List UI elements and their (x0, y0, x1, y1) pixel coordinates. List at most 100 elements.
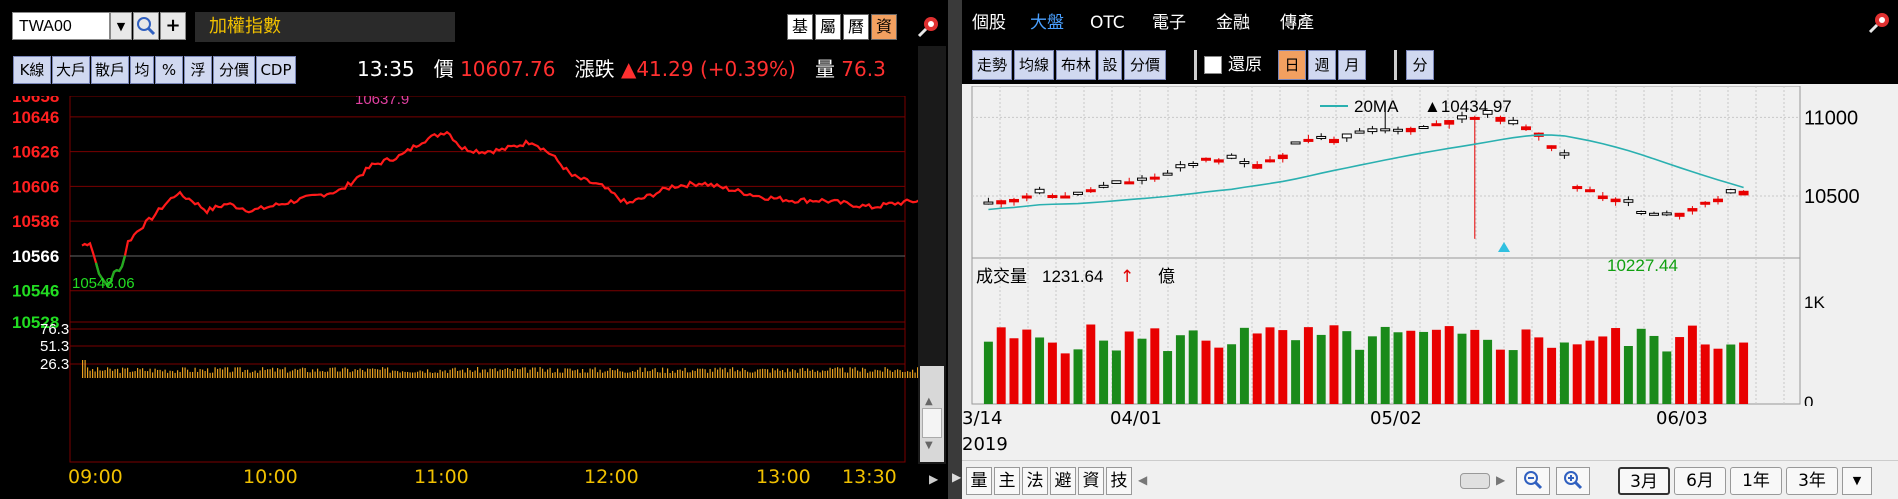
percent-button[interactable]: % (155, 56, 183, 84)
volume-bar (702, 368, 704, 378)
volume-bar (459, 370, 461, 378)
volume-bar (554, 372, 556, 378)
volume-bar (299, 368, 301, 378)
float-button[interactable]: 浮 (184, 56, 212, 84)
panel-divider[interactable]: ▶ (948, 0, 962, 499)
candle (1162, 172, 1173, 176)
scroll-up-icon[interactable]: ▲ (925, 396, 933, 407)
volume-bar (1188, 330, 1198, 404)
tab-info[interactable]: 資 (871, 14, 897, 40)
volume-bar (1547, 347, 1557, 404)
volume-bar (659, 372, 661, 378)
scroll-right-icon[interactable]: ▶ (1496, 473, 1505, 487)
volume-bar (782, 370, 784, 378)
volume-bar (487, 372, 489, 378)
tab-market[interactable]: 大盤 (1030, 8, 1064, 38)
tab-finance[interactable]: 金融 (1216, 8, 1250, 38)
scroll-down-icon[interactable]: ▼ (925, 440, 933, 451)
tab-stock[interactable]: 個股 (972, 8, 1006, 38)
volume-bar (597, 372, 599, 378)
retail-button[interactable]: 散戶 (91, 56, 129, 84)
big-holder-button[interactable]: 大戶 (52, 56, 90, 84)
tab-traditional[interactable]: 傳產 (1280, 8, 1314, 38)
volume-bar (517, 369, 519, 378)
candle (1482, 110, 1493, 115)
volume-bar (674, 372, 676, 378)
intraday-time-axis: 09:00 10:00 11:00 12:00 13:00 13:30 ▶ (0, 464, 948, 496)
candle (1226, 154, 1237, 159)
volume-bar (449, 369, 451, 378)
volume-bar (827, 370, 829, 378)
trend-button[interactable]: 走勢 (972, 50, 1012, 80)
volume-bar (202, 369, 204, 378)
volume-bar (437, 372, 439, 378)
range-6m-button[interactable]: 6月 (1674, 467, 1726, 495)
vertical-scrollbar[interactable]: ▲ ▼ (918, 46, 946, 464)
candle (1201, 157, 1211, 161)
candle (983, 201, 994, 205)
range-3m-button[interactable]: 3月 (1618, 467, 1670, 495)
volume-bar (769, 372, 771, 378)
average-button[interactable]: 均 (130, 56, 154, 84)
volume-bar (1393, 332, 1403, 404)
pin-icon[interactable] (1867, 10, 1893, 36)
price-label: 價 (433, 57, 454, 81)
kline-button[interactable]: K線 (13, 56, 51, 84)
scroll-right-icon[interactable]: ▶ (929, 472, 938, 486)
ma-button[interactable]: 均線 (1014, 50, 1054, 80)
volume-bar (612, 370, 614, 378)
collapse-icon[interactable]: ▶ (952, 470, 961, 484)
daily-button[interactable]: 日 (1278, 50, 1306, 80)
zoom-in-icon[interactable] (1556, 467, 1590, 495)
scroll-thumb[interactable] (1460, 473, 1490, 489)
tab-electronics[interactable]: 電子 (1152, 8, 1186, 38)
scroll-thumb[interactable] (922, 408, 942, 438)
margin-button[interactable]: 資 (1078, 467, 1104, 495)
candle (1405, 127, 1416, 133)
pin-icon[interactable] (916, 14, 942, 40)
tab-attribute[interactable]: 屬 (815, 14, 841, 40)
tab-basic[interactable]: 基 (787, 14, 813, 40)
settings-button[interactable]: 設 (1098, 50, 1122, 80)
search-icon[interactable] (133, 12, 159, 40)
main-force-button[interactable]: 主 (994, 467, 1020, 495)
volume-indicator-button[interactable]: 量 (966, 467, 992, 495)
volume-bar (1099, 340, 1109, 404)
range-3y-button[interactable]: 3年 (1786, 467, 1838, 495)
range-1y-button[interactable]: 1年 (1730, 467, 1782, 495)
tab-otc[interactable]: OTC (1090, 8, 1125, 38)
scroll-left-icon[interactable]: ◀ (1138, 473, 1147, 487)
candle (1687, 208, 1698, 212)
restore-checkbox[interactable] (1204, 56, 1222, 74)
intraday-chart[interactable]: 1065810646106261060610586105661054610528… (0, 96, 918, 466)
volume-bar (802, 367, 804, 378)
weekly-button[interactable]: 週 (1308, 50, 1336, 80)
volume-bar (124, 368, 126, 378)
symbol-dropdown-icon[interactable]: ▼ (110, 12, 132, 40)
kline-chart[interactable]: 110001050020MA▲10434.971109710227.44成交量1… (962, 86, 1898, 406)
institutional-button[interactable]: 法 (1022, 467, 1048, 495)
volume-bar (894, 370, 896, 378)
zoom-out-icon[interactable] (1516, 467, 1550, 495)
volume-bar (427, 369, 429, 378)
volume-bar (777, 368, 779, 378)
price-tick-label: 10586 (12, 212, 59, 231)
range-dropdown-icon[interactable]: ▼ (1842, 467, 1872, 495)
price-dist-button[interactable]: 分價 (1124, 50, 1166, 80)
volume-bar (1419, 331, 1429, 404)
volume-bar (1444, 326, 1454, 404)
monthly-button[interactable]: 月 (1338, 50, 1366, 80)
price-tick-label: 10566 (12, 247, 59, 266)
hedge-button[interactable]: 避 (1050, 467, 1076, 495)
tab-calendar[interactable]: 曆 (843, 14, 869, 40)
technical-button[interactable]: 技 (1106, 467, 1132, 495)
cdp-button[interactable]: CDP (256, 56, 296, 84)
candle (1098, 184, 1109, 188)
bollinger-button[interactable]: 布林 (1056, 50, 1096, 80)
volume-bar (97, 367, 99, 378)
add-icon[interactable]: + (160, 12, 186, 40)
price-dist-button[interactable]: 分價 (213, 56, 255, 84)
volume-bar (607, 370, 609, 378)
symbol-input[interactable]: TWA00 (12, 12, 110, 40)
minute-button[interactable]: 分 (1406, 50, 1434, 80)
